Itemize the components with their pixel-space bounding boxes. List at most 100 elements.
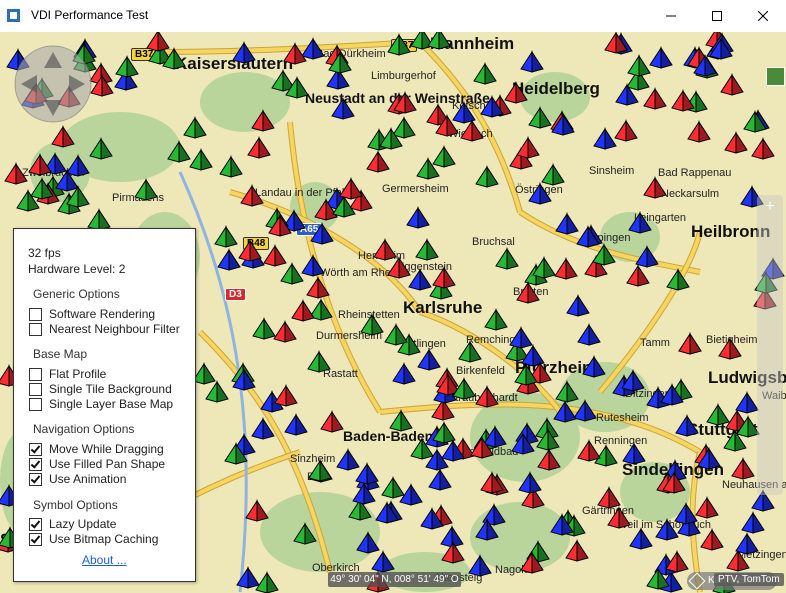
map-symbol-icon[interactable] [146,32,170,52]
map-symbol-icon[interactable] [473,62,497,85]
map-symbol-icon[interactable] [189,148,213,171]
checkbox[interactable] [29,472,42,486]
map-symbol-icon[interactable] [565,539,589,562]
map-symbol-icon[interactable] [219,155,243,178]
map-symbol-icon[interactable] [214,225,238,248]
checkbox[interactable] [29,322,42,336]
option-bitmap-caching[interactable]: Use Bitmap Caching [29,532,158,546]
checkbox[interactable] [29,367,42,381]
map-symbol-icon[interactable] [373,238,397,261]
map-symbol-icon[interactable] [577,323,601,346]
pan-control[interactable] [13,44,93,124]
map-symbol-icon[interactable] [724,131,748,154]
map-symbol-icon[interactable] [553,400,577,423]
map-symbol-icon[interactable] [301,37,325,60]
map-symbol-icon[interactable] [232,41,256,64]
map-symbol-icon[interactable] [674,502,698,525]
map-symbol-icon[interactable] [251,417,275,440]
map-symbol-icon[interactable] [408,268,432,291]
map-symbol-icon[interactable] [320,410,344,433]
map-symbol-icon[interactable] [516,136,540,159]
map-symbol-icon[interactable] [628,211,652,234]
map-symbol-icon[interactable] [360,313,384,336]
map-symbol-icon[interactable] [291,299,315,322]
map-symbol-icon[interactable] [643,87,667,110]
checkbox[interactable] [29,532,42,546]
map-symbol-icon[interactable] [614,119,638,142]
map-symbol-icon[interactable] [735,391,759,414]
map-symbol-icon[interactable] [593,127,617,150]
checkbox[interactable] [29,442,42,456]
option-lazy-update[interactable]: Lazy Update [29,517,116,531]
map-symbol-icon[interactable] [252,317,276,340]
checkbox[interactable] [29,307,42,321]
map-symbol-icon[interactable] [273,320,297,343]
map-symbol-icon[interactable] [236,566,260,589]
map-symbol-icon[interactable] [392,116,416,139]
map-symbol-icon[interactable] [115,55,139,78]
map-symbol-icon[interactable] [649,46,673,69]
minimize-button[interactable] [648,0,694,32]
map-symbol-icon[interactable] [331,97,355,120]
map-symbol-icon[interactable] [629,527,653,550]
checkbox[interactable] [29,517,42,531]
map-symbol-icon[interactable] [432,266,456,289]
map-symbol-icon[interactable] [622,442,646,465]
map-symbol-icon[interactable] [458,340,482,363]
map-symbol-icon[interactable] [555,212,579,235]
map-symbol-icon[interactable] [582,355,606,378]
map-symbol-icon[interactable] [251,109,275,132]
map-symbol-icon[interactable] [735,532,759,555]
option-filled-pan-shape[interactable]: Use Filled Pan Shape [29,457,165,471]
map-symbol-icon[interactable] [406,206,430,229]
map-symbol-icon[interactable] [238,239,262,262]
zoom-slider[interactable]: + [757,195,783,495]
map-symbol-icon[interactable] [4,162,28,185]
map-symbol-icon[interactable] [306,276,330,299]
map-symbol-icon[interactable] [528,182,552,205]
map-symbol-icon[interactable] [284,413,308,436]
map-symbol-icon[interactable] [541,163,565,186]
map-symbol-icon[interactable] [655,518,679,541]
map-symbol-icon[interactable] [427,32,451,50]
map-symbol-icon[interactable] [240,184,264,207]
map-symbol-icon[interactable] [134,178,158,201]
map-symbol-icon[interactable] [718,337,742,360]
map-symbol-icon[interactable] [643,176,667,199]
map-symbol-icon[interactable] [626,264,650,287]
map-symbol-icon[interactable] [245,499,269,522]
option-flat-profile[interactable]: Flat Profile [29,367,106,381]
map-symbol-icon[interactable] [675,414,699,437]
map-symbol-icon[interactable] [495,247,519,270]
map-symbol-icon[interactable] [205,380,229,403]
map-symbol-icon[interactable] [310,222,334,245]
map-symbol-icon[interactable] [336,448,360,471]
map-symbol-icon[interactable] [274,384,298,407]
map-symbol-icon[interactable] [356,531,380,554]
map-symbol-icon[interactable] [528,106,552,129]
map-symbol-icon[interactable] [592,243,616,266]
map-symbol-icon[interactable] [695,496,719,519]
maximize-button[interactable] [694,0,740,32]
map-symbol-icon[interactable] [741,511,765,534]
map-symbol-icon[interactable] [555,380,579,403]
map-symbol-icon[interactable] [509,326,533,349]
map-symbol-icon[interactable] [627,54,651,77]
map-symbol-icon[interactable] [566,294,590,317]
map-symbol-icon[interactable] [308,459,332,482]
option-single-tile[interactable]: Single Tile Background [29,382,172,396]
map-symbol-icon[interactable] [441,541,465,564]
map-symbol-icon[interactable] [89,137,113,160]
map-symbol-icon[interactable] [371,550,395,573]
map-symbol-icon[interactable] [387,256,411,279]
map-symbol-icon[interactable] [520,50,544,73]
map-symbol-icon[interactable] [183,116,207,139]
option-software-rendering[interactable]: Software Rendering [29,307,155,321]
close-button[interactable] [740,0,786,32]
about-link[interactable]: About ... [82,553,127,567]
map-symbol-icon[interactable] [307,350,331,373]
map-symbol-icon[interactable] [666,268,690,291]
map-symbol-icon[interactable] [384,323,408,346]
map-symbol-icon[interactable] [678,332,702,355]
map-symbol-icon[interactable] [706,403,730,426]
